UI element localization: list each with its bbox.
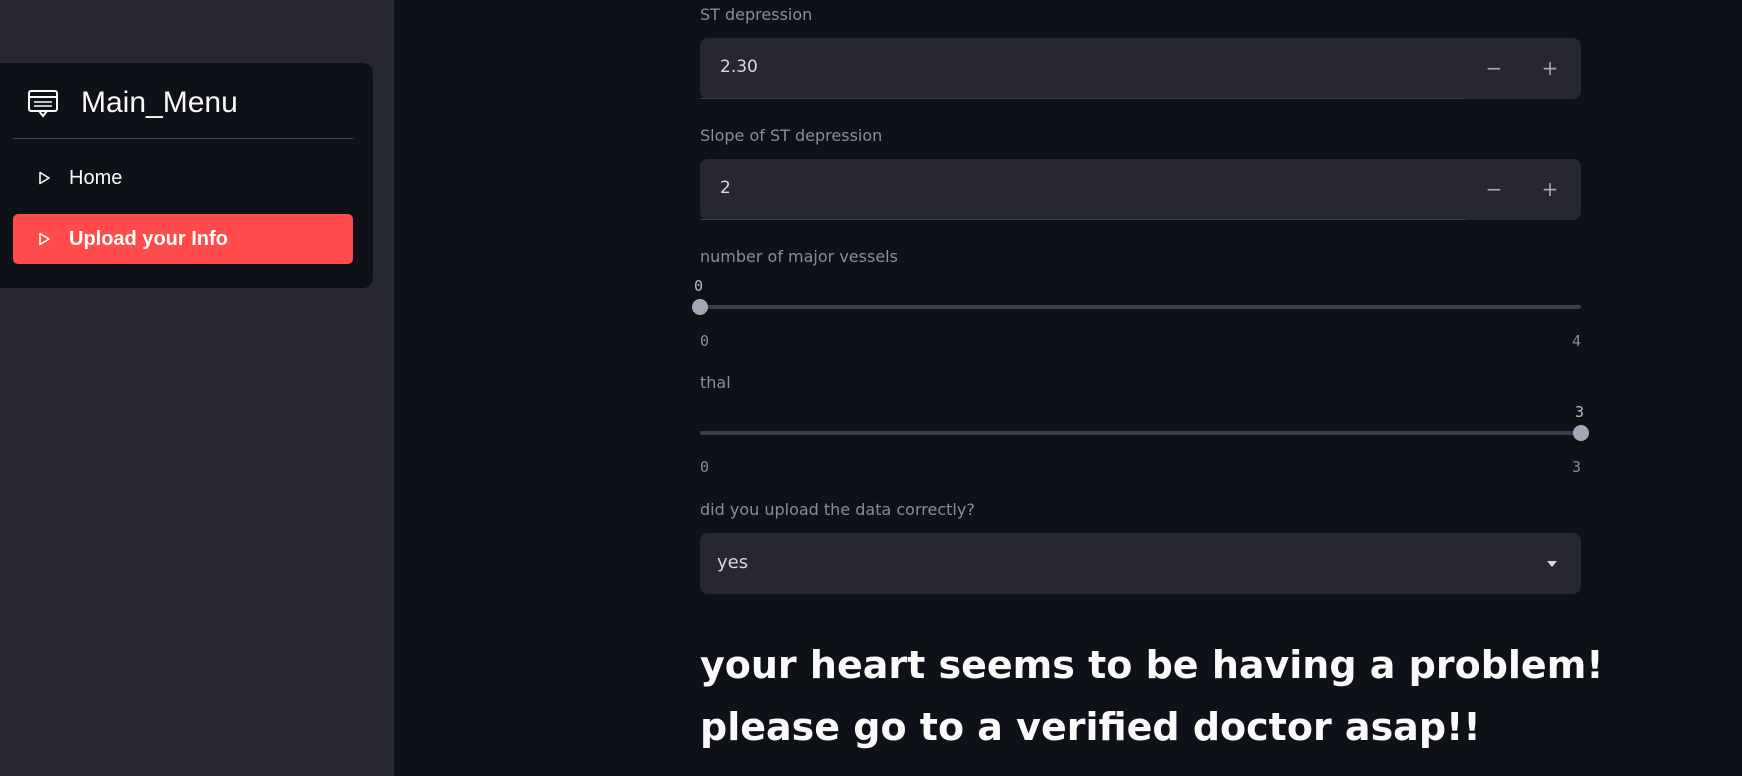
slider-min-label: 0 [700, 332, 710, 350]
result-subheading: please go to a verified doctor asap!! [700, 705, 1481, 749]
triangle-right-icon [39, 171, 50, 185]
st-depression-input[interactable]: 2.30 − + [700, 38, 1581, 99]
slider-current-value: 0 [694, 277, 704, 295]
slope-decrement-button[interactable]: − [1466, 159, 1522, 220]
st-depression-increment-button[interactable]: + [1522, 38, 1578, 99]
sidebar-item-label: Home [69, 167, 123, 189]
slider-thumb[interactable] [692, 299, 708, 315]
menu-header: Main_Menu [13, 63, 353, 139]
slope-label: Slope of ST depression [700, 126, 883, 145]
slider-max-label: 4 [1571, 332, 1581, 350]
slider-track[interactable] [700, 305, 1581, 309]
slider-thumb[interactable] [1573, 425, 1589, 441]
confirm-upload-label: did you upload the data correctly? [700, 500, 975, 519]
thal-slider[interactable]: 3 0 3 [700, 397, 1589, 477]
caret-down-icon [1547, 561, 1557, 567]
menu-title: Main_Menu [81, 86, 238, 119]
result-heading: your heart seems to be having a problem! [700, 643, 1604, 687]
slider-min-label: 0 [700, 458, 710, 476]
slider-track[interactable] [700, 431, 1581, 435]
main-menu-card: Main_Menu Home Upload your Info [0, 63, 373, 288]
st-depression-value[interactable]: 2.30 [720, 57, 758, 77]
sidebar-item-home[interactable]: Home [13, 153, 353, 203]
input-underline [700, 98, 1466, 99]
st-depression-label: ST depression [700, 5, 813, 24]
vessels-label: number of major vessels [700, 247, 898, 266]
slope-increment-button[interactable]: + [1522, 159, 1578, 220]
main-content: ST depression 2.30 − + Slope of ST depre… [394, 0, 1742, 776]
thal-label: thal [700, 373, 731, 392]
sidebar-item-label: Upload your Info [69, 228, 228, 250]
slope-input[interactable]: 2 − + [700, 159, 1581, 220]
select-value: yes [717, 552, 749, 573]
triangle-right-icon [39, 232, 50, 246]
input-underline [700, 219, 1466, 220]
sidebar-item-upload-your-info[interactable]: Upload your Info [13, 214, 353, 264]
slider-current-value: 3 [1575, 403, 1585, 421]
slope-value[interactable]: 2 [720, 178, 731, 198]
confirm-upload-select[interactable]: yes [700, 533, 1581, 594]
menu-card-icon [28, 90, 58, 118]
st-depression-decrement-button[interactable]: − [1466, 38, 1522, 99]
vessels-slider[interactable]: 0 0 4 [692, 271, 1581, 351]
sidebar: Main_Menu Home Upload your Info [0, 0, 394, 776]
slider-max-label: 3 [1571, 458, 1581, 476]
